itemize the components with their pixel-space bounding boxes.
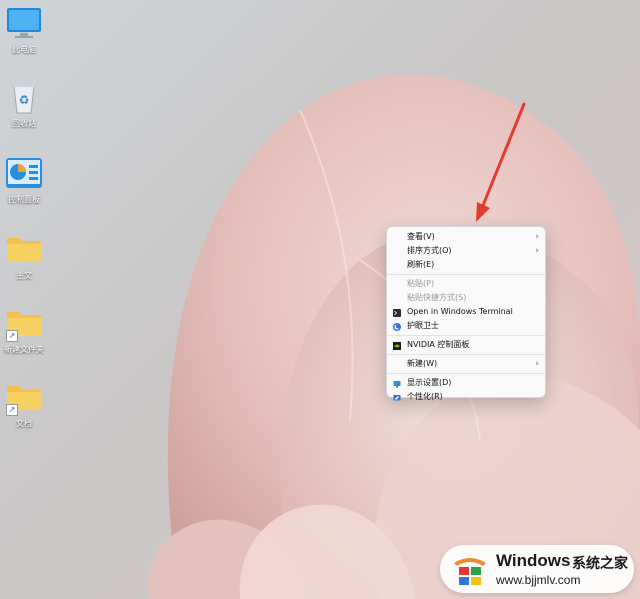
desktop-context-menu: 查看(V) › 排序方式(O) › 刷新(E) 粘贴(P) 粘贴快捷方式(S) … xyxy=(386,226,546,401)
desktop-icon-label: 控制面板 xyxy=(8,195,40,204)
watermark-brand-cn: 系统之家 xyxy=(572,556,628,572)
desktop-icon-this-pc[interactable]: 此电脑 xyxy=(0,6,48,55)
shortcut-arrow-icon: ↗ xyxy=(6,330,18,342)
menu-item-label: 粘贴快捷方式(S) xyxy=(407,293,467,302)
menu-item-refresh[interactable]: 刷新(E) xyxy=(387,258,545,272)
desktop-icon-folder[interactable]: 主文 xyxy=(0,232,48,281)
menu-item-view[interactable]: 查看(V) › xyxy=(387,230,545,244)
svg-text:♻: ♻ xyxy=(19,93,30,107)
menu-item-label: 排序方式(O) xyxy=(407,246,452,255)
desktop-icon-folder-shortcut[interactable]: ↗ 新建文件夹 xyxy=(0,306,48,355)
chevron-right-icon: › xyxy=(535,246,539,256)
desktop-icon-recycle-bin[interactable]: ♻ 回收站 xyxy=(0,80,48,129)
chevron-right-icon: › xyxy=(535,359,539,369)
eye-guard-icon xyxy=(393,322,401,331)
desktop-icon-label: 此电脑 xyxy=(12,45,36,54)
personalize-icon xyxy=(393,393,401,401)
chevron-right-icon: › xyxy=(535,232,539,242)
desktop-icon-label: 文档 xyxy=(16,419,32,428)
desktop-icon-label: 回收站 xyxy=(12,119,36,128)
menu-item-label: 个性化(R) xyxy=(407,392,443,401)
menu-item-nvidia-control-panel[interactable]: NVIDIA 控制面板 xyxy=(387,338,545,352)
folder-icon xyxy=(4,232,44,266)
menu-item-paste: 粘贴(P) xyxy=(387,277,545,291)
monitor-icon xyxy=(4,6,44,40)
control-panel-icon xyxy=(4,156,44,190)
menu-item-label: 显示设置(D) xyxy=(407,378,452,387)
desktop: 此电脑 ♻ 回收站 控制面板 主文 ↗ 新建文件夹 ↗ 文档 查看(V) › 排… xyxy=(0,0,640,599)
menu-item-label: 查看(V) xyxy=(407,232,435,241)
menu-item-label: 粘贴(P) xyxy=(407,279,435,288)
recycle-bin-icon: ♻ xyxy=(4,80,44,114)
menu-item-label: 刷新(E) xyxy=(407,260,435,269)
desktop-icon-label: 主文 xyxy=(16,271,32,280)
folder-shortcut-icon: ↗ xyxy=(4,306,44,342)
site-watermark: Windows 系统之家 www.bjjmlv.com xyxy=(440,545,634,593)
folder-shortcut-icon: ↗ xyxy=(4,380,44,416)
menu-item-label: 新建(W) xyxy=(407,359,438,368)
menu-item-sort-by[interactable]: 排序方式(O) › xyxy=(387,244,545,258)
menu-item-new[interactable]: 新建(W) › xyxy=(387,357,545,371)
shortcut-arrow-icon: ↗ xyxy=(6,404,18,416)
menu-item-paste-shortcut: 粘贴快捷方式(S) xyxy=(387,291,545,305)
nvidia-icon xyxy=(393,341,401,350)
desktop-icon-documents[interactable]: ↗ 文档 xyxy=(0,380,48,429)
windows-logo-icon xyxy=(450,551,490,587)
terminal-icon xyxy=(393,308,401,317)
menu-item-open-terminal[interactable]: Open in Windows Terminal xyxy=(387,305,545,319)
menu-item-personalize[interactable]: 个性化(R) xyxy=(387,390,545,404)
menu-item-display-settings[interactable]: 显示设置(D) xyxy=(387,376,545,390)
desktop-icon-label: 新建文件夹 xyxy=(4,345,44,354)
menu-separator xyxy=(387,373,545,374)
watermark-url: www.bjjmlv.com xyxy=(496,573,581,587)
watermark-brand: Windows xyxy=(496,551,571,570)
menu-separator xyxy=(387,274,545,275)
desktop-icon-control-panel[interactable]: 控制面板 xyxy=(0,156,48,205)
menu-item-label: 护眼卫士 xyxy=(407,321,439,330)
menu-separator xyxy=(387,354,545,355)
menu-item-label: Open in Windows Terminal xyxy=(407,307,513,316)
display-settings-icon xyxy=(393,379,401,388)
menu-item-label: NVIDIA 控制面板 xyxy=(407,340,470,349)
menu-separator xyxy=(387,335,545,336)
menu-item-eye-guard[interactable]: 护眼卫士 xyxy=(387,319,545,333)
